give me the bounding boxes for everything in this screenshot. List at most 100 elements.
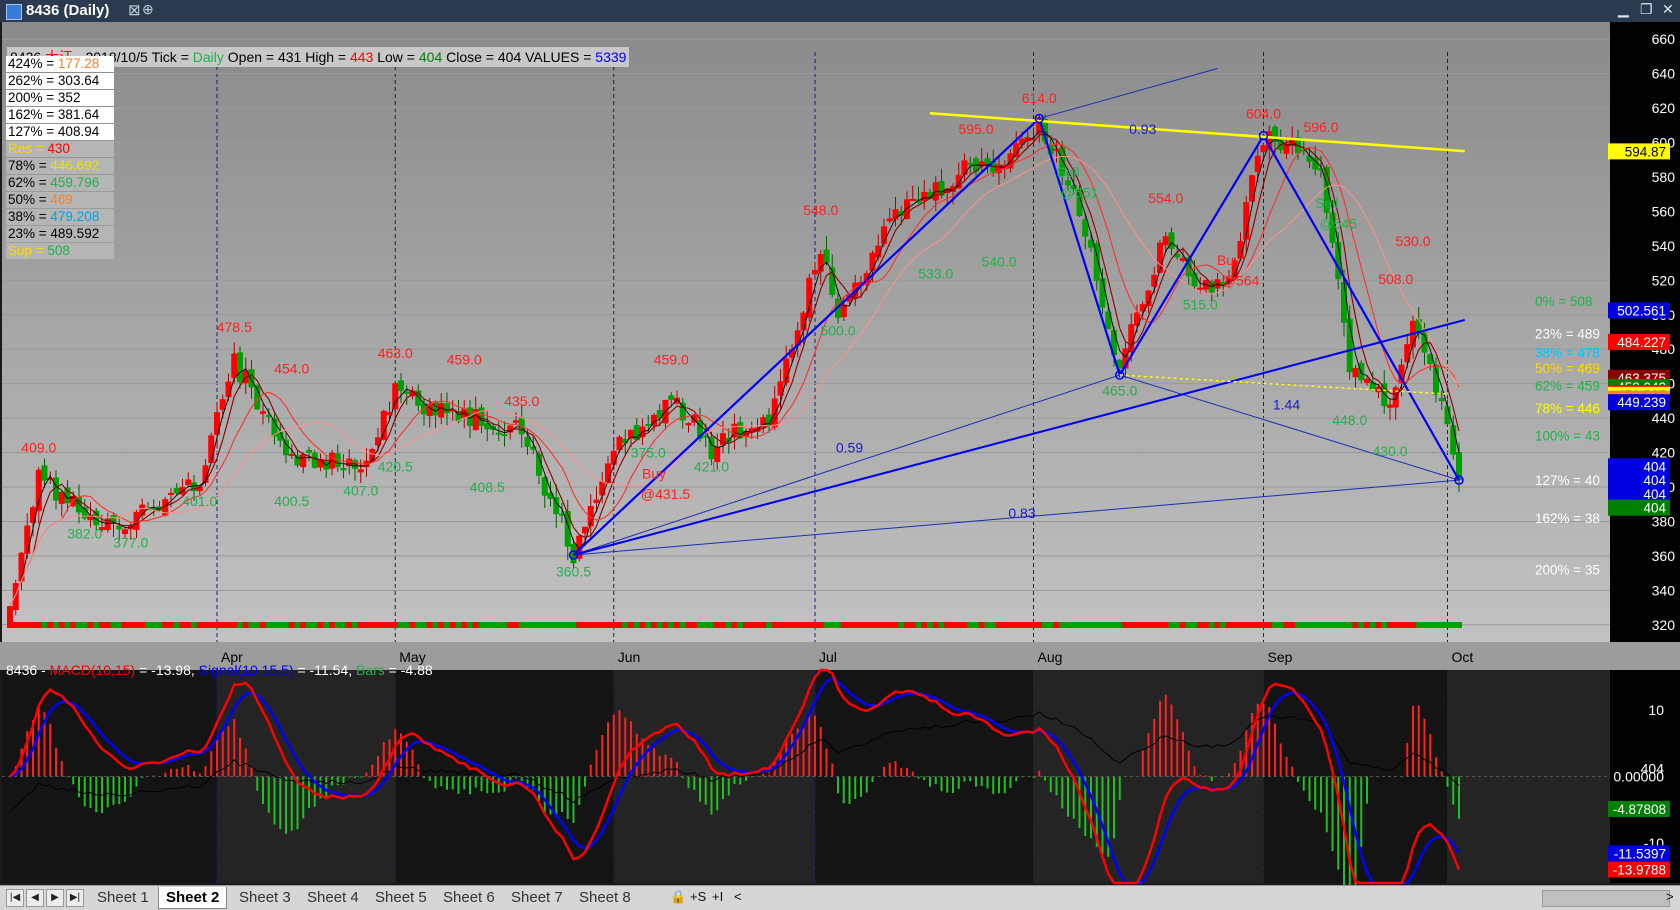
signal-label: 375.0 (631, 445, 666, 461)
volume-bar (311, 622, 318, 628)
candle-body (645, 423, 652, 426)
volume-bar (570, 622, 577, 628)
new-tab-icon[interactable]: ⊕ (142, 1, 154, 18)
volume-bar (806, 622, 813, 628)
sheet-tab-6[interactable]: Sheet 6 (436, 887, 502, 908)
volume-bar (518, 622, 525, 628)
sheet-tab-8[interactable]: Sheet 8 (572, 887, 638, 908)
candle-body (1387, 404, 1393, 408)
insert-sheet-icon[interactable]: +I (712, 889, 723, 904)
volume-bar (352, 622, 358, 628)
price-tick-label: 540 (1652, 238, 1676, 254)
candle-body (311, 452, 318, 468)
peak-label: 604.0 (1246, 105, 1281, 121)
sheet-tab-2[interactable]: Sheet 2 (158, 887, 228, 909)
volume-bar (421, 622, 427, 628)
volume-bar (47, 622, 54, 628)
add-sheet-icon[interactable]: +S (690, 889, 706, 904)
candle-body (323, 459, 330, 470)
price-chart[interactable]: Apr May Jun Jul Aug Sep Oct6606406206005805605… (0, 22, 1680, 885)
chart-area[interactable]: Apr May Jun Jul Aug Sep Oct 660 640 620 600 580 560 5… (0, 22, 1680, 885)
fib-legend-label: 38% = (8, 209, 51, 224)
volume-bar (306, 622, 312, 628)
volume-bar (829, 622, 836, 628)
candle-body (283, 439, 289, 456)
sheet-tab-1[interactable]: Sheet 1 (90, 887, 156, 908)
close-window-button[interactable]: ✕ (1662, 1, 1674, 18)
values-value: 5339 (595, 49, 627, 65)
volume-bar (1404, 622, 1411, 628)
lock-icon[interactable]: 🔒 (670, 889, 686, 905)
volume-bar (145, 622, 151, 628)
candle-body (12, 583, 19, 611)
close-tab-icon[interactable]: ⊠ (128, 1, 141, 19)
volume-bar (984, 622, 991, 628)
fib-level-label: 162% = 38 (1535, 511, 1600, 526)
volume-bar (1134, 622, 1140, 628)
volume-bar (93, 622, 100, 628)
peak-label: 454.0 (274, 360, 309, 376)
horizontal-scrollbar[interactable] (1542, 890, 1670, 907)
volume-bar (1047, 622, 1054, 628)
volume-bar (386, 622, 393, 628)
volume-bar (1318, 622, 1324, 628)
volume-bar (1254, 622, 1261, 628)
volume-bar (375, 622, 381, 628)
sheet-tab-3[interactable]: Sheet 3 (232, 887, 298, 908)
peak-label: 554.0 (1148, 190, 1183, 206)
candle-body (35, 469, 42, 512)
volume-bar (1300, 622, 1307, 628)
volume-bar (340, 622, 347, 628)
candle-body (357, 469, 364, 473)
volume-bar (398, 622, 404, 628)
volume-bar (484, 622, 491, 628)
volume-bar (858, 622, 864, 628)
volume-bar (1036, 622, 1043, 628)
month-label-jun: Jun (618, 649, 641, 665)
volume-bar (369, 622, 376, 628)
minimize-button[interactable]: ▁ (1618, 1, 1629, 18)
maximize-button[interactable]: ❐ (1640, 1, 1653, 18)
trough-label: 407.0 (343, 483, 378, 499)
sheet-tab-bar: |◀ ◀ ▶ ▶| Sheet 1 Sheet 2 Sheet 3 Sheet 4 Sh… (0, 885, 1680, 910)
candle-body (599, 481, 606, 496)
volume-bar (334, 622, 341, 628)
volume-bar (978, 622, 985, 628)
scroll-right-icon[interactable]: > (1666, 889, 1674, 904)
volume-bar (214, 622, 220, 628)
volume-bar (1375, 622, 1382, 628)
price-tick-label: 360 (1652, 548, 1676, 564)
sheet-tab-7[interactable]: Sheet 7 (504, 887, 570, 908)
first-sheet-button[interactable]: |◀ (6, 889, 24, 907)
volume-bar (30, 622, 36, 628)
candle-body (823, 249, 830, 263)
price-tag-label: 594.87 (1625, 144, 1666, 159)
volume-bar (1421, 622, 1428, 628)
volume-bar (1185, 622, 1192, 628)
volume-bar (53, 622, 59, 628)
sheet-tab-4[interactable]: Sheet 4 (300, 887, 366, 908)
volume-bar (1099, 622, 1106, 628)
volume-bar (530, 622, 537, 628)
volume-bar (104, 622, 111, 628)
volume-bar (955, 622, 962, 628)
volume-bar (1410, 622, 1416, 628)
volume-bar (536, 622, 542, 628)
prev-sheet-button[interactable]: ◀ (26, 889, 44, 907)
next-sheet-button[interactable]: ▶ (46, 889, 64, 907)
last-sheet-button[interactable]: ▶| (66, 889, 84, 907)
volume-bar (24, 622, 31, 628)
volume-bar (1352, 622, 1359, 628)
candle-body (1381, 383, 1388, 407)
fib-level-label: 23% = 489 (1535, 327, 1600, 342)
volume-bar (1323, 622, 1330, 628)
volume-bar (64, 622, 71, 628)
candle-body (7, 606, 13, 624)
price-tag-label: 404 (1643, 487, 1666, 502)
trough-label: 408.5 (470, 479, 505, 495)
volume-bar (697, 622, 703, 628)
volume-bar (950, 622, 956, 628)
scroll-left-icon[interactable]: < (734, 889, 742, 904)
volume-bar (168, 622, 174, 628)
sheet-tab-5[interactable]: Sheet 5 (368, 887, 434, 908)
